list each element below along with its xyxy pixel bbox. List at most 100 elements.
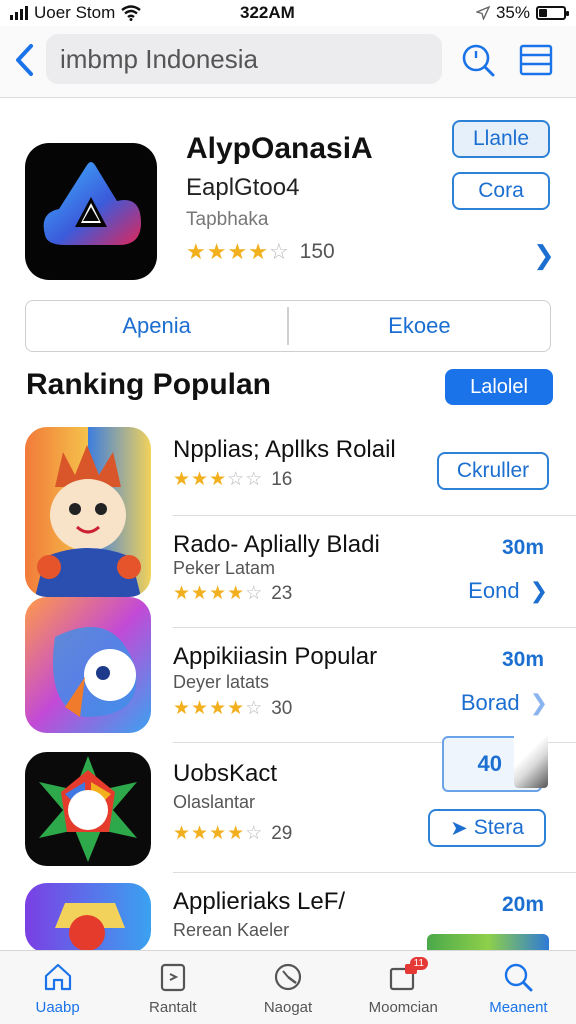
search-header: imbmp Indonesia bbox=[0, 26, 576, 98]
app-rating: ★★★★☆ 23 bbox=[173, 582, 292, 605]
star-filled-icon: ★ bbox=[227, 583, 246, 604]
signal-icon bbox=[10, 6, 28, 20]
star-filled-icon: ★ bbox=[191, 583, 210, 604]
star-filled-icon: ★ bbox=[209, 698, 228, 719]
featured-app-icon[interactable] bbox=[25, 143, 157, 280]
star-rating: ★★★★☆ bbox=[173, 822, 263, 845]
app-rating: ★★★★☆ 29 bbox=[173, 822, 292, 845]
star-burst-app-icon bbox=[39, 756, 137, 862]
featured-rating: ★★★★☆ 150 bbox=[186, 239, 335, 265]
list-divider bbox=[173, 515, 576, 516]
status-time: 322AM bbox=[240, 3, 295, 22]
app-link[interactable]: Borad ❯ bbox=[461, 690, 548, 716]
star-filled-icon: ★ bbox=[209, 823, 228, 844]
star-filled-icon: ★ bbox=[248, 239, 269, 264]
featured-title: AlypOanasiA bbox=[186, 132, 373, 165]
app-action-button[interactable]: ➤ Stera bbox=[428, 809, 546, 847]
app-link-label: Borad bbox=[460, 690, 520, 715]
star-empty-icon: ☆ bbox=[245, 698, 264, 719]
featured-secondary-button[interactable]: Cora bbox=[452, 172, 550, 210]
tab-bar: Uaabp Rantalt Naogat 11 Moomcian Meanent bbox=[0, 950, 576, 1024]
star-empty-icon: ☆ bbox=[245, 823, 264, 844]
star-filled-icon: ★ bbox=[209, 583, 228, 604]
search-button[interactable] bbox=[460, 42, 496, 78]
star-filled-icon: ★ bbox=[191, 698, 210, 719]
app-rating: ★★★★☆ 30 bbox=[173, 697, 292, 720]
star-filled-icon: ★ bbox=[173, 583, 192, 604]
tab-ranking[interactable]: Rantalt bbox=[115, 951, 230, 1024]
app-title: UobsKact bbox=[173, 760, 278, 787]
search-icon bbox=[462, 44, 495, 77]
chevron-right-icon[interactable]: ❯ bbox=[533, 240, 555, 271]
app-icon-1[interactable] bbox=[25, 427, 151, 597]
star-filled-icon: ★ bbox=[227, 239, 249, 264]
app-size: 30m bbox=[501, 648, 544, 671]
status-bar: Uoer Stom 322AM 35% bbox=[0, 0, 576, 26]
tab-updates[interactable]: 11 Moomcian bbox=[346, 951, 461, 1024]
tab-label: Meanent bbox=[489, 999, 548, 1016]
list-divider bbox=[173, 872, 576, 873]
star-filled-icon: ★ bbox=[227, 823, 246, 844]
carrier-name: Uoer Stom bbox=[34, 3, 116, 22]
star-empty-icon: ☆ bbox=[268, 239, 290, 264]
tab-label: Uaabp bbox=[35, 999, 80, 1016]
app-subtitle: Peker Latam bbox=[173, 558, 276, 578]
app-icon-5[interactable] bbox=[25, 883, 151, 953]
tab-label: Naogat bbox=[263, 999, 313, 1016]
star-filled-icon: ★ bbox=[173, 823, 192, 844]
location-icon bbox=[475, 6, 490, 20]
chevron-right-icon: ❯ bbox=[529, 690, 548, 715]
mascot-app-icon bbox=[25, 427, 151, 597]
star-rating: ★★★★☆ bbox=[173, 582, 263, 605]
section-title: Ranking Populan bbox=[26, 368, 272, 401]
status-right: 35% bbox=[475, 3, 569, 23]
tab-search[interactable]: Meanent bbox=[461, 951, 576, 1024]
tab-home[interactable]: Uaabp bbox=[0, 951, 115, 1024]
rating-count: 23 bbox=[271, 582, 293, 604]
app-subtitle: Deyer latats bbox=[173, 672, 270, 692]
battery-percent: 35% bbox=[495, 3, 530, 22]
featured-primary-button[interactable]: Llanle bbox=[452, 120, 550, 158]
rating-count: 30 bbox=[271, 697, 293, 719]
star-filled-icon: ★ bbox=[206, 239, 228, 264]
app-link[interactable]: Eond ❯ bbox=[468, 578, 548, 604]
list-divider bbox=[173, 627, 576, 628]
list-icon bbox=[519, 44, 553, 76]
rating-count: 150 bbox=[299, 240, 335, 263]
progress-value: 40 bbox=[477, 751, 502, 776]
back-button[interactable] bbox=[12, 42, 38, 78]
gem-app-icon bbox=[25, 883, 151, 953]
star-rating: ★★★☆☆ bbox=[173, 468, 263, 491]
app-action-button[interactable]: Ckruller bbox=[437, 452, 549, 490]
search-icon bbox=[505, 963, 533, 992]
star-filled-icon: ★ bbox=[186, 239, 207, 264]
home-icon bbox=[44, 963, 71, 991]
battery-icon bbox=[536, 6, 569, 20]
app-icon-4[interactable] bbox=[25, 752, 151, 866]
list-menu-button[interactable] bbox=[518, 42, 554, 78]
segmented-control: Apenia Ekoee bbox=[25, 300, 551, 352]
tab-clock[interactable]: Naogat bbox=[230, 951, 345, 1024]
star-filled-icon: ★ bbox=[173, 469, 192, 490]
featured-category: Tapbhaka bbox=[186, 209, 269, 230]
paper-plane-icon: ➤ bbox=[450, 816, 468, 840]
search-input[interactable]: imbmp Indonesia bbox=[46, 34, 442, 84]
segment-right[interactable]: Ekoee bbox=[289, 301, 550, 351]
wifi-icon bbox=[121, 5, 141, 21]
chevron-right-icon: ❯ bbox=[529, 578, 548, 603]
search-query: imbmp Indonesia bbox=[60, 43, 258, 74]
rating-count: 16 bbox=[271, 468, 293, 490]
star-filled-icon: ★ bbox=[227, 698, 246, 719]
app-icon-3[interactable] bbox=[25, 597, 151, 733]
rating-count: 29 bbox=[271, 822, 293, 844]
section-action-button[interactable]: Lalolel bbox=[445, 369, 553, 405]
app-subtitle: Rerean Kaeler bbox=[173, 920, 290, 940]
segment-left[interactable]: Apenia bbox=[26, 301, 287, 351]
bird-app-icon bbox=[25, 597, 151, 733]
star-rating: ★★★★☆ bbox=[186, 239, 290, 265]
battery-level bbox=[539, 9, 548, 17]
star-empty-icon: ☆ bbox=[227, 469, 246, 490]
star-rating: ★★★★☆ bbox=[173, 697, 263, 720]
star-empty-icon: ☆ bbox=[245, 583, 264, 604]
app-rating: ★★★☆☆ 16 bbox=[173, 468, 292, 491]
